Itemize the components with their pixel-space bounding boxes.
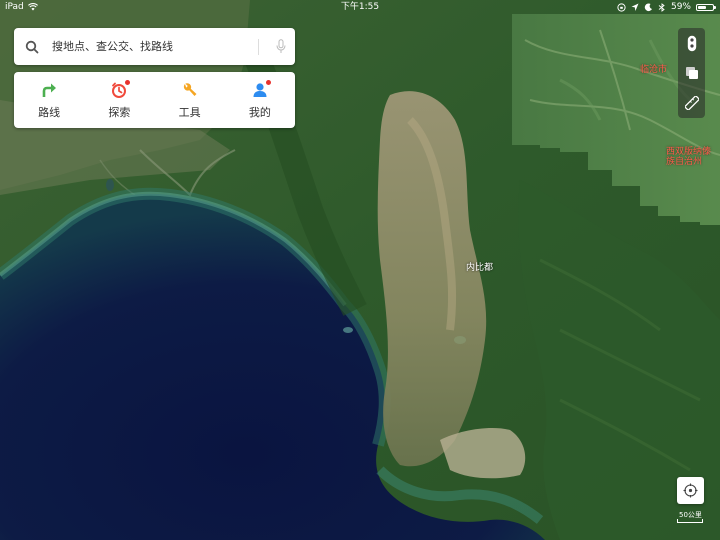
crosshair-icon [683,483,698,498]
region-label-line2: 族自治州 [666,157,703,167]
voice-search-button[interactable] [267,28,295,65]
quick-route-button[interactable]: 路线 [14,72,84,128]
person-icon [251,79,271,99]
quick-explore-label: 探索 [108,105,131,119]
quick-tools-label: 工具 [178,105,201,119]
status-time: 下午1:55 [340,2,380,12]
do-not-disturb-icon [644,2,652,11]
ruler-icon [684,96,699,110]
layers-button[interactable] [678,59,705,87]
scale-bar [677,519,703,523]
map-tools-panel [678,28,705,118]
location-arrow-icon [631,3,639,11]
search-icon-container [14,28,50,65]
map-label-lincang: 临沧市 [640,65,668,75]
traffic-toggle-button[interactable] [678,29,705,57]
map-app: 临沧市 西双版纳傣 族自治州 内比都 iPad 下午1:55 59% 搜地点、查… [0,0,720,540]
status-bar: iPad 下午1:55 59% [0,0,720,14]
search-bar[interactable] [14,28,295,65]
map-scale: 50公里 [675,510,705,524]
layers-icon [685,67,698,79]
region-label-line1: 西双版纳傣 [666,147,712,157]
explore-timer-icon [110,79,131,99]
mine-notification-dot [265,79,271,85]
quick-tools-button[interactable]: 工具 [155,72,225,128]
search-divider [258,38,259,55]
locate-me-button[interactable] [677,477,704,504]
rotation-lock-icon [617,2,626,12]
wrench-icon [181,81,199,99]
ruler-button[interactable] [678,89,705,117]
traffic-light-icon [687,35,696,51]
quick-route-label: 路线 [38,105,61,119]
map-label-naypyidaw[interactable]: 内比都 [466,260,493,273]
search-icon [25,40,39,53]
explore-notification-dot [125,79,131,85]
search-input[interactable] [50,31,258,62]
route-arrow-icon [40,81,58,99]
battery-percent: 59% [670,2,691,12]
microphone-icon [276,39,286,53]
map-label-xishuangbanna: 西双版纳傣 族自治州 [666,147,711,167]
bluetooth-icon [658,2,665,12]
status-right: 59% [617,0,716,14]
quick-mine-button[interactable]: 我的 [225,72,295,128]
battery-fill [698,5,706,9]
quick-action-bar: 路线 探索 工具 我的 [14,72,295,128]
quick-mine-label: 我的 [248,105,271,119]
battery-icon [696,3,716,11]
quick-explore-button[interactable]: 探索 [84,72,154,128]
